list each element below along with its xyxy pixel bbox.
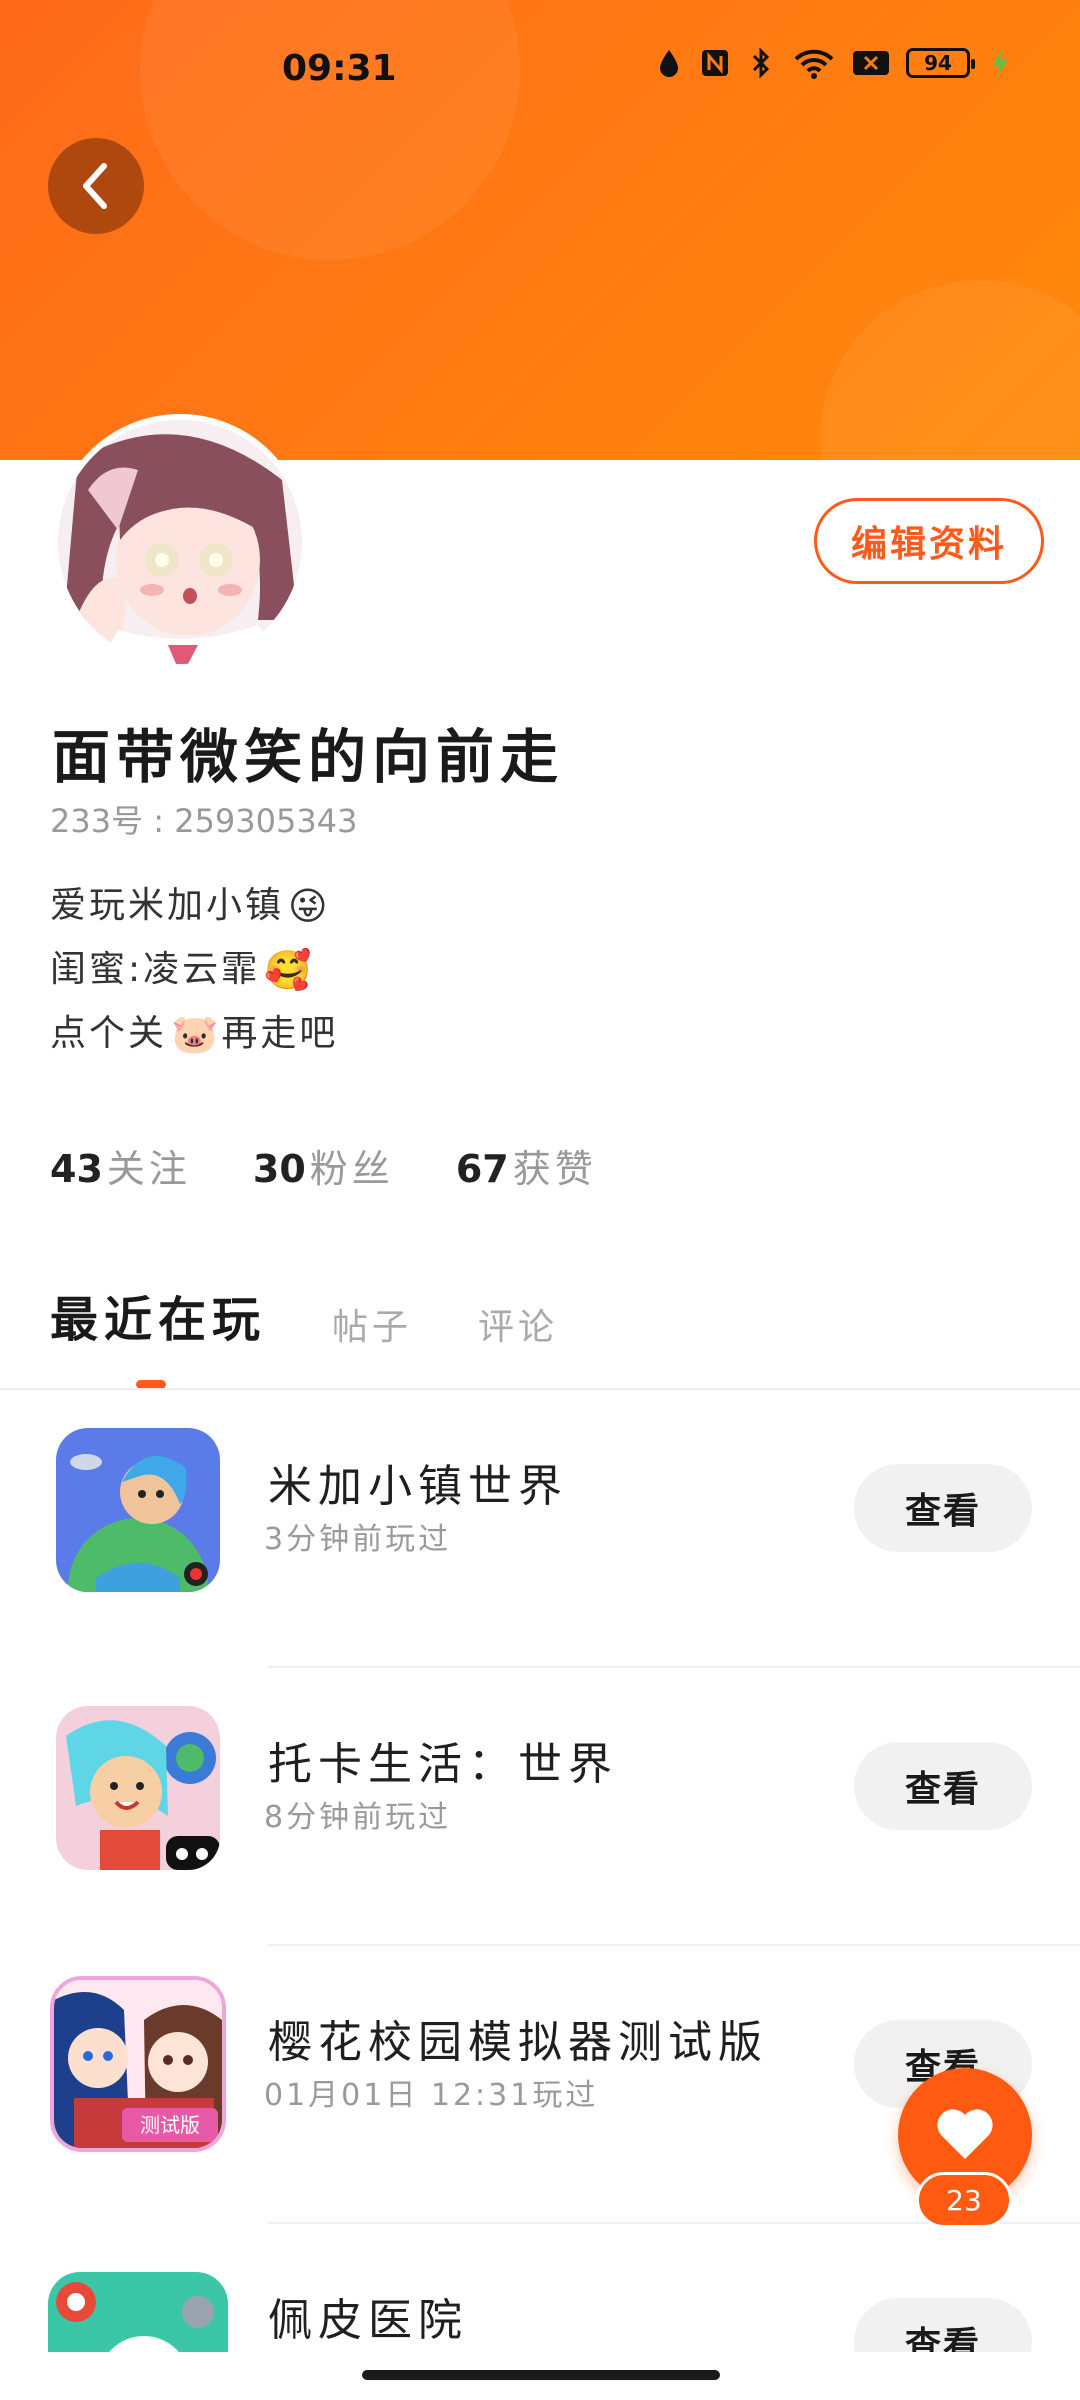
sim-off-icon [852, 46, 890, 80]
bio-line: 闺蜜:凌云霏 🥰 [50, 938, 338, 1002]
game-title: 佩皮医院 [268, 2295, 468, 2346]
bio-text: 闺蜜:凌云霏 [50, 949, 261, 990]
wifi-icon [792, 46, 836, 80]
game-last-played: 3分钟前玩过 [264, 1522, 452, 1557]
droplet-icon [654, 46, 684, 80]
status-icons: 94 [654, 46, 1010, 80]
bio-text-suffix: 再走吧 [221, 1013, 339, 1054]
status-bar: 09:31 94 [0, 36, 1080, 106]
profile-bio: 爱玩米加小镇 😜 闺蜜:凌云霏 🥰 点个关 🐷 再走吧 [50, 874, 338, 1066]
profile-header-banner: 09:31 94 [0, 0, 1080, 460]
stat-number: 67 [455, 1147, 509, 1191]
back-button[interactable] [48, 138, 144, 234]
stat-label: 粉丝 [309, 1147, 394, 1191]
bio-line: 爱玩米加小镇 😜 [50, 874, 338, 938]
stat-label: 关注 [106, 1147, 191, 1191]
bio-emoji: 🥰 [264, 948, 315, 992]
view-button[interactable]: 查看 [854, 1742, 1032, 1830]
status-time: 09:31 [282, 48, 397, 89]
tab-posts[interactable]: 帖子 [332, 1298, 412, 1350]
charging-icon [990, 46, 1010, 80]
tab-comments[interactable]: 评论 [478, 1298, 558, 1350]
bio-emoji: 😜 [288, 884, 331, 928]
home-indicator[interactable] [362, 2370, 720, 2380]
view-button[interactable]: 查看 [854, 1464, 1032, 1552]
bio-text: 点个关 [50, 1013, 168, 1054]
chevron-left-icon [83, 163, 107, 209]
game-last-played: 8分钟前玩过 [264, 1800, 452, 1835]
svg-text:测试版: 测试版 [140, 2113, 200, 2137]
edit-profile-button[interactable]: 编辑资料 [814, 498, 1044, 584]
profile-name: 面带微笑的向前走 [52, 723, 565, 791]
profile-tabs: 最近在玩 帖子 评论 [50, 1280, 558, 1350]
stat-number: 30 [252, 1147, 306, 1191]
tab-recently-played[interactable]: 最近在玩 [50, 1280, 266, 1350]
stat-followers[interactable]: 30 粉丝 [253, 1138, 394, 1193]
avatar[interactable] [52, 414, 308, 670]
like-count-badge: 23 [916, 2172, 1012, 2228]
profile-stats: 43 关注 30 粉丝 67 获赞 [50, 1138, 597, 1193]
bluetooth-icon [746, 46, 776, 80]
stat-number: 43 [50, 1147, 103, 1191]
battery-icon: 94 [906, 48, 975, 78]
stat-label: 获赞 [512, 1147, 597, 1191]
nfc-icon [700, 46, 730, 80]
game-last-played: 01月01日 12:31玩过 [264, 2078, 599, 2113]
game-title: 托卡生活：世界 [268, 1739, 618, 1790]
stat-following[interactable]: 43 关注 [50, 1138, 191, 1193]
profile-uid: 233号 : 259305343 [50, 802, 358, 840]
game-icon [56, 1706, 220, 1870]
header-decoration [820, 280, 1080, 460]
game-icon [56, 1428, 220, 1592]
list-item[interactable]: 米加小镇世界 3分钟前玩过 查看 [0, 1390, 1080, 1668]
game-title: 米加小镇世界 [268, 1461, 568, 1512]
bio-text: 爱玩米加小镇 [50, 885, 285, 926]
stat-likes[interactable]: 67 获赞 [456, 1138, 597, 1193]
bio-line: 点个关 🐷 再走吧 [50, 1002, 338, 1066]
game-title: 樱花校园模拟器测试版 [268, 2017, 768, 2068]
bio-emoji: 🐷 [171, 1012, 222, 1056]
heart-icon [937, 2109, 993, 2159]
game-icon: 测试版 [50, 1976, 226, 2152]
list-item[interactable]: 托卡生活：世界 8分钟前玩过 查看 [0, 1668, 1080, 1946]
